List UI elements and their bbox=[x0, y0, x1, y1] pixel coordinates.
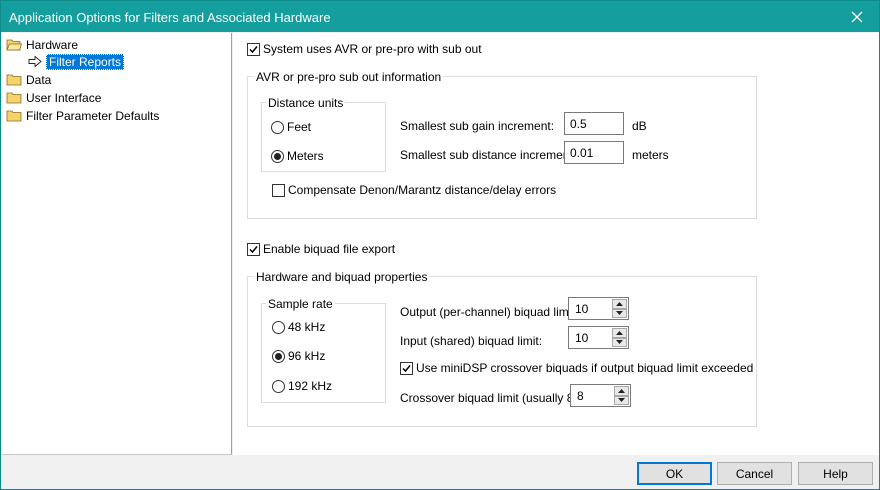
radio-button bbox=[272, 320, 285, 334]
options-panel: System uses AVR or pre-pro with sub out … bbox=[233, 33, 879, 455]
spin-down-button[interactable] bbox=[614, 395, 629, 405]
avr-group-title: AVR or pre-pro sub out information bbox=[254, 70, 444, 84]
caret-down-icon bbox=[616, 340, 623, 345]
title-bar: Application Options for Filters and Asso… bbox=[1, 1, 879, 32]
caret-down-icon bbox=[616, 311, 623, 316]
meters-radio[interactable]: Meters bbox=[271, 149, 324, 163]
spin-up-button[interactable] bbox=[612, 299, 627, 309]
crossover-limit-label: Crossover biquad limit (usually 8): bbox=[400, 391, 581, 405]
checkmark-icon bbox=[249, 45, 258, 53]
radio-button bbox=[272, 349, 285, 363]
radio-button bbox=[272, 379, 285, 393]
arrow-right-icon bbox=[28, 55, 42, 68]
gain-increment-input[interactable]: 0.5 bbox=[564, 112, 624, 135]
48khz-label: 48 kHz bbox=[288, 320, 326, 334]
tree-item-data[interactable]: Data bbox=[6, 71, 51, 88]
tree-item-label: Hardware bbox=[26, 37, 79, 52]
close-icon bbox=[851, 11, 863, 22]
hardware-group: Hardware and biquad properties Sample ra… bbox=[247, 270, 757, 427]
sample-rate-group: Sample rate 48 kHz 96 kHz 192 kHz bbox=[261, 297, 386, 403]
avr-checkbox-label: System uses AVR or pre-pro with sub out bbox=[263, 42, 482, 56]
crossover-limit-spinner[interactable]: 8 bbox=[570, 384, 631, 407]
spin-up-button[interactable] bbox=[612, 328, 627, 338]
96khz-radio[interactable]: 96 kHz bbox=[272, 349, 325, 363]
checkbox-box bbox=[400, 361, 413, 375]
spin-up-button[interactable] bbox=[614, 386, 629, 396]
avr-checkbox[interactable]: System uses AVR or pre-pro with sub out bbox=[247, 42, 482, 56]
meters-label: Meters bbox=[287, 149, 324, 163]
minidsp-checkbox[interactable]: Use miniDSP crossover biquads if output … bbox=[400, 361, 753, 375]
distance-units-title: Distance units bbox=[266, 96, 346, 110]
radio-button bbox=[271, 149, 284, 163]
output-limit-spinner[interactable]: 10 bbox=[568, 297, 629, 320]
sample-rate-title: Sample rate bbox=[266, 297, 335, 311]
input-limit-value: 10 bbox=[575, 331, 589, 345]
biquad-export-label: Enable biquad file export bbox=[263, 242, 396, 256]
tree-item-hardware[interactable]: Hardware bbox=[6, 36, 78, 53]
tree-item-filter-parameter-defaults[interactable]: Filter Parameter Defaults bbox=[6, 107, 159, 124]
192khz-radio[interactable]: 192 kHz bbox=[272, 379, 332, 393]
folder-icon bbox=[6, 92, 22, 104]
checkbox-box bbox=[247, 42, 260, 56]
compensate-label: Compensate Denon/Marantz distance/delay … bbox=[288, 183, 557, 197]
96khz-label: 96 kHz bbox=[288, 349, 326, 363]
spin-down-button[interactable] bbox=[612, 337, 627, 347]
caret-up-icon bbox=[616, 330, 623, 335]
spin-down-button[interactable] bbox=[612, 308, 627, 318]
output-limit-value: 10 bbox=[575, 302, 589, 316]
tree-item-label: Filter Parameter Defaults bbox=[26, 108, 160, 123]
tree-item-label: Filter Reports bbox=[46, 53, 125, 70]
192khz-label: 192 kHz bbox=[288, 379, 333, 393]
distance-increment-label: Smallest sub distance increment: bbox=[400, 148, 577, 162]
tree-item-label: Data bbox=[26, 72, 52, 87]
hardware-group-title: Hardware and biquad properties bbox=[254, 270, 430, 284]
tree-item-user-interface[interactable]: User Interface bbox=[6, 89, 101, 106]
compensate-checkbox[interactable]: Compensate Denon/Marantz distance/delay … bbox=[272, 183, 556, 197]
output-limit-label: Output (per-channel) biquad limit: bbox=[400, 305, 579, 319]
checkmark-icon bbox=[402, 364, 411, 372]
gain-increment-label: Smallest sub gain increment: bbox=[400, 119, 555, 133]
folder-icon bbox=[6, 110, 22, 122]
caret-down-icon bbox=[618, 398, 625, 403]
cancel-button[interactable]: Cancel bbox=[717, 462, 792, 485]
input-limit-spinner[interactable]: 10 bbox=[568, 326, 629, 349]
checkmark-icon bbox=[249, 245, 258, 253]
checkbox-box bbox=[272, 183, 285, 197]
close-button[interactable] bbox=[835, 1, 879, 32]
feet-label: Feet bbox=[287, 120, 312, 134]
tree-item-label: User Interface bbox=[26, 90, 102, 105]
open-folder-icon bbox=[6, 39, 22, 51]
radio-button bbox=[271, 120, 284, 134]
button-bar: OK Cancel Help bbox=[1, 455, 879, 489]
avr-group: AVR or pre-pro sub out information Dista… bbox=[247, 70, 757, 219]
biquad-export-checkbox[interactable]: Enable biquad file export bbox=[247, 242, 395, 256]
minidsp-label: Use miniDSP crossover biquads if output … bbox=[416, 361, 754, 375]
feet-radio[interactable]: Feet bbox=[271, 120, 311, 134]
ok-button[interactable]: OK bbox=[637, 462, 712, 485]
crossover-limit-value: 8 bbox=[577, 389, 584, 403]
options-dialog: Application Options for Filters and Asso… bbox=[0, 0, 880, 490]
distance-units-group: Distance units Feet Meters bbox=[261, 96, 386, 172]
window-title: Application Options for Filters and Asso… bbox=[9, 10, 331, 25]
caret-up-icon bbox=[618, 388, 625, 393]
checkbox-box bbox=[247, 242, 260, 256]
caret-up-icon bbox=[616, 301, 623, 306]
tree-item-filter-reports[interactable]: Filter Reports bbox=[28, 53, 125, 70]
gain-increment-unit: dB bbox=[632, 119, 647, 133]
category-tree[interactable]: Hardware Filter Reports Data User Interf… bbox=[2, 33, 232, 455]
help-button[interactable]: Help bbox=[798, 462, 873, 485]
input-limit-label: Input (shared) biquad limit: bbox=[400, 334, 543, 348]
distance-increment-unit: meters bbox=[632, 148, 669, 162]
folder-icon bbox=[6, 74, 22, 86]
48khz-radio[interactable]: 48 kHz bbox=[272, 320, 325, 334]
distance-increment-input[interactable]: 0.01 bbox=[564, 141, 624, 164]
